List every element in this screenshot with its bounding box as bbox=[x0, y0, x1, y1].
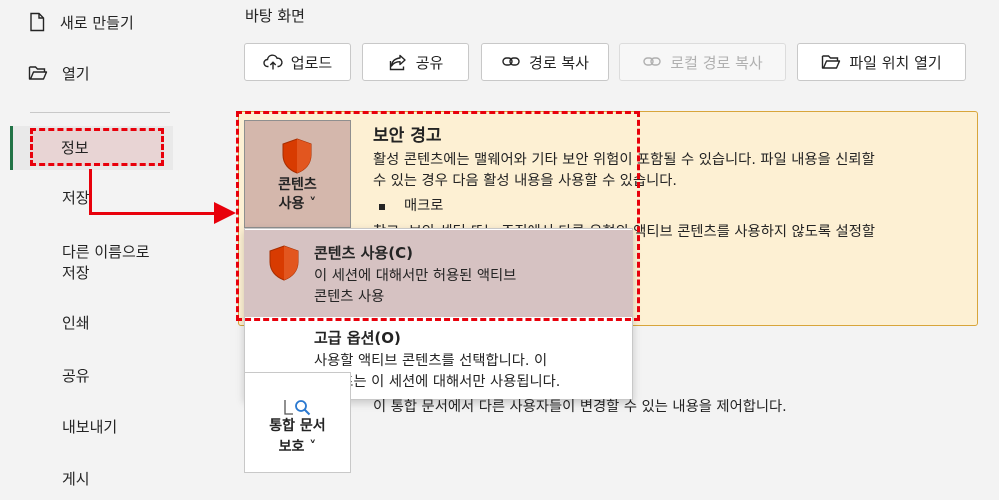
sidebar-item-label: 저장 bbox=[62, 264, 90, 282]
highlight-box bbox=[236, 111, 640, 321]
sidebar-active-indicator bbox=[10, 126, 13, 170]
open-file-location-button[interactable]: 파일 위치 열기 bbox=[797, 43, 966, 81]
sidebar-item-publish[interactable]: 게시 bbox=[62, 469, 90, 490]
sidebar-item-info[interactable]: 정보 bbox=[30, 128, 164, 166]
upload-button[interactable]: 업로드 bbox=[244, 43, 351, 81]
cloud-upload-icon bbox=[263, 54, 283, 70]
sidebar-item-open[interactable]: 열기 bbox=[28, 58, 178, 88]
open-location-label: 파일 위치 열기 bbox=[849, 53, 942, 72]
share-button[interactable]: 공유 bbox=[362, 43, 469, 81]
lock-magnifier-icon bbox=[284, 400, 311, 416]
file-location: 바탕 화면 bbox=[245, 7, 305, 25]
share-icon bbox=[389, 54, 406, 71]
menu-item-advanced-options[interactable]: 고급 옵션(O) bbox=[314, 327, 401, 348]
copy-path-button[interactable]: 경로 복사 bbox=[481, 43, 609, 81]
folder-open-icon bbox=[28, 66, 48, 80]
backstage-sidebar: 새로 만들기 열기 정보 저장 다른 이름으로 저장 인쇄 공유 내보내기 게시 bbox=[0, 0, 186, 500]
sidebar-item-share[interactable]: 공유 bbox=[62, 366, 90, 387]
copy-local-path-label: 로컬 경로 복사 bbox=[670, 53, 763, 72]
sidebar-separator bbox=[30, 112, 170, 113]
link-icon bbox=[502, 57, 520, 66]
menu-item-description: 사용할 액티브 콘텐츠를 선택합니다. 이 bbox=[314, 353, 548, 369]
protect-workbook-description: 이 통합 문서에서 다른 사용자들이 변경할 수 있는 내용을 제어합니다. bbox=[373, 399, 787, 415]
tile-label-line: 통합 문서 bbox=[269, 418, 326, 434]
tile-label-line: 보호 ˅ bbox=[278, 439, 317, 455]
annotation-arrow bbox=[89, 169, 92, 215]
sidebar-item-export[interactable]: 내보내기 bbox=[62, 417, 117, 438]
protect-workbook-label: 통합 문서 보호 ˅ bbox=[244, 416, 351, 458]
sidebar-item-label: 정보 bbox=[61, 138, 89, 157]
folder-open-icon bbox=[822, 55, 841, 69]
sidebar-item-label: 열기 bbox=[62, 64, 90, 83]
copy-local-path-button[interactable]: 로컬 경로 복사 bbox=[619, 43, 786, 81]
sidebar-item-save-as[interactable]: 다른 이름으로 저장 bbox=[62, 242, 150, 284]
sidebar-item-print[interactable]: 인쇄 bbox=[62, 313, 90, 334]
sidebar-item-save[interactable]: 저장 bbox=[62, 188, 90, 209]
sidebar-item-label: 다른 이름으로 bbox=[62, 243, 150, 261]
annotation-arrow bbox=[89, 212, 219, 215]
copy-path-label: 경로 복사 bbox=[529, 53, 589, 72]
upload-label: 업로드 bbox=[290, 53, 333, 72]
new-document-icon bbox=[30, 12, 45, 32]
share-label: 공유 bbox=[415, 53, 444, 72]
sidebar-item-label: 새로 만들기 bbox=[60, 13, 134, 32]
link-icon bbox=[643, 57, 662, 66]
arrow-head-icon bbox=[214, 202, 236, 224]
sidebar-item-new[interactable]: 새로 만들기 bbox=[28, 7, 178, 37]
